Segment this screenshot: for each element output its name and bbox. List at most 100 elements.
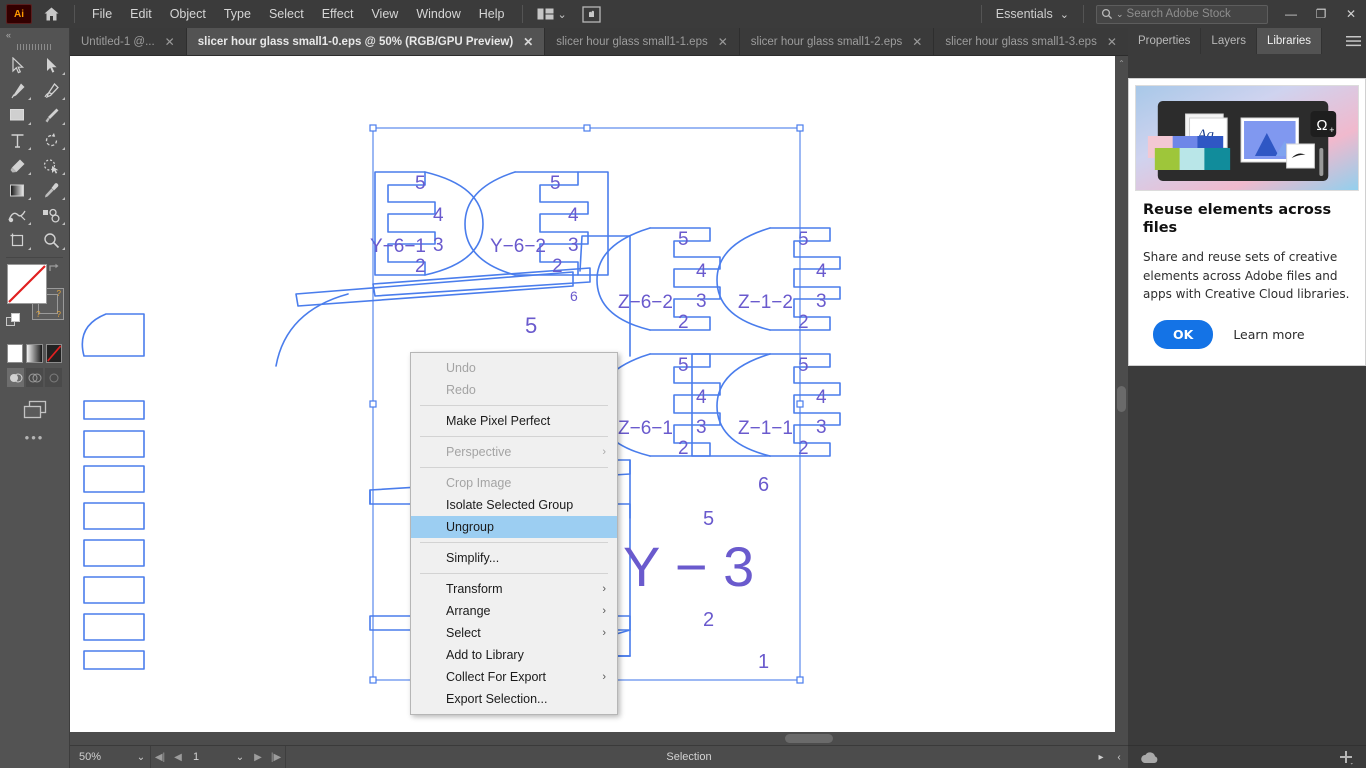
screen-mode-button[interactable]: [579, 4, 605, 24]
tab-slicer-hour-glass-small1-2[interactable]: slicer hour glass small1-2.eps ✕: [739, 28, 935, 55]
canvas-horizontal-scrollbar[interactable]: [70, 732, 1128, 745]
zoom-level-field[interactable]: 50%: [70, 746, 132, 768]
last-page-icon[interactable]: |▶: [267, 746, 285, 768]
first-page-icon[interactable]: ◀|: [151, 746, 169, 768]
search-adobe-stock[interactable]: ⌄ Search Adobe Stock: [1096, 4, 1268, 24]
canvas-vertical-scrollbar[interactable]: ⌃ ⌄: [1115, 56, 1128, 745]
restore-button[interactable]: ❐: [1306, 0, 1336, 28]
panel-menu-icon[interactable]: [1340, 28, 1366, 54]
cloud-icon[interactable]: [1140, 751, 1160, 764]
tab-slicer-hour-glass-small1-0[interactable]: slicer hour glass small1-0.eps @ 50% (RG…: [186, 28, 546, 55]
artwork-label: 6: [570, 288, 578, 304]
page-number-field[interactable]: 1: [187, 746, 231, 768]
color-fill-button[interactable]: [7, 344, 24, 363]
menu-view[interactable]: View: [362, 3, 407, 25]
draw-inside-button[interactable]: [45, 368, 62, 387]
horizontal-scroll-thumb[interactable]: [785, 734, 833, 743]
eyedropper-tool[interactable]: [35, 178, 70, 203]
tab-libraries[interactable]: Libraries: [1256, 28, 1323, 54]
curvature-tool[interactable]: [35, 78, 70, 103]
item-label: Simplify...: [446, 551, 500, 565]
paintbrush-tool[interactable]: [35, 103, 70, 128]
context-menu-item-make-pixel-perfect[interactable]: Make Pixel Perfect: [411, 410, 617, 432]
none-fill-button[interactable]: [45, 344, 62, 363]
selection-tool[interactable]: [0, 53, 35, 78]
toolbar-drag-grip[interactable]: [0, 41, 69, 53]
symbol-sprayer-tool[interactable]: [35, 203, 70, 228]
draw-normal-button[interactable]: [7, 368, 24, 387]
swap-fill-stroke-icon[interactable]: [48, 262, 61, 275]
draw-behind-button[interactable]: [26, 368, 43, 387]
tab-properties[interactable]: Properties: [1128, 28, 1202, 54]
close-button[interactable]: ✕: [1336, 0, 1366, 28]
type-tool[interactable]: [0, 128, 35, 153]
learn-more-link[interactable]: Learn more: [1233, 327, 1304, 342]
context-menu-item-transform[interactable]: Transform ›: [411, 578, 617, 600]
toolbar-collapse-button[interactable]: «: [0, 28, 69, 41]
context-menu-item-isolate-selected-group[interactable]: Isolate Selected Group: [411, 494, 617, 516]
context-menu-item-collect-for-export[interactable]: Collect For Export ›: [411, 666, 617, 688]
artwork-label: Z−1−1: [738, 418, 793, 439]
default-fill-stroke-icon[interactable]: [6, 313, 21, 328]
gradient-tool[interactable]: [0, 178, 35, 203]
close-icon[interactable]: ✕: [165, 35, 175, 49]
rotate-tool[interactable]: [35, 128, 70, 153]
close-icon[interactable]: ✕: [1107, 35, 1117, 49]
context-menu-item-undo[interactable]: Undo: [411, 357, 617, 379]
context-menu-item-add-to-library[interactable]: Add to Library: [411, 644, 617, 666]
tab-untitled-1[interactable]: Untitled-1 @... ✕: [70, 28, 187, 55]
close-icon[interactable]: ✕: [523, 35, 533, 49]
menu-select[interactable]: Select: [260, 3, 313, 25]
context-menu-item-redo[interactable]: Redo: [411, 379, 617, 401]
arrange-documents-button[interactable]: ⌄: [531, 5, 573, 24]
workspace-switcher[interactable]: Essentials ⌄: [990, 7, 1075, 21]
scroll-up-icon[interactable]: ⌃: [1115, 56, 1128, 70]
context-menu-item-arrange[interactable]: Arrange ›: [411, 600, 617, 622]
tab-slicer-hour-glass-small1-1[interactable]: slicer hour glass small1-1.eps ✕: [545, 28, 740, 55]
artboard-tool[interactable]: [0, 228, 35, 253]
context-menu-item-crop-image[interactable]: Crop Image: [411, 472, 617, 494]
prev-page-icon[interactable]: ◀: [169, 746, 187, 768]
status-expand-caret[interactable]: ‹: [1110, 746, 1128, 768]
blend-tool[interactable]: [0, 203, 35, 228]
context-menu-item-simplify[interactable]: Simplify...: [411, 547, 617, 569]
tab-slicer-hour-glass-small1-3[interactable]: slicer hour glass small1-3.eps ✕: [934, 28, 1129, 55]
close-icon[interactable]: ✕: [718, 35, 728, 49]
change-screen-mode-button[interactable]: [0, 395, 69, 425]
home-icon[interactable]: [36, 1, 66, 27]
next-page-icon[interactable]: ▶: [249, 746, 267, 768]
context-menu-item-export-selection[interactable]: Export Selection...: [411, 688, 617, 710]
vertical-scroll-thumb[interactable]: [1117, 386, 1126, 412]
menu-window[interactable]: Window: [407, 3, 469, 25]
page-number-value: 1: [193, 751, 200, 763]
menu-effect[interactable]: Effect: [313, 3, 363, 25]
ok-button[interactable]: OK: [1153, 320, 1214, 350]
illustrator-window: Ai File Edit Object Type Select Effect V…: [0, 0, 1366, 768]
rectangle-tool[interactable]: [0, 103, 35, 128]
add-icon[interactable]: [1338, 750, 1354, 765]
status-menu-caret[interactable]: ▸: [1092, 746, 1110, 768]
edit-toolbar-button[interactable]: •••: [0, 425, 69, 449]
zoom-dropdown-caret[interactable]: ⌄: [132, 746, 150, 768]
fill-swatch[interactable]: [7, 264, 47, 304]
minimize-button[interactable]: —: [1276, 0, 1306, 28]
zoom-tool[interactable]: [35, 228, 70, 253]
page-dropdown-caret[interactable]: ⌄: [231, 746, 249, 768]
menu-edit[interactable]: Edit: [121, 3, 161, 25]
tab-label: Libraries: [1266, 35, 1312, 47]
menu-help[interactable]: Help: [470, 3, 514, 25]
menu-type[interactable]: Type: [215, 3, 260, 25]
context-menu-item-ungroup[interactable]: Ungroup: [411, 516, 617, 538]
eraser-tool[interactable]: [0, 153, 35, 178]
context-menu-item-select[interactable]: Select ›: [411, 622, 617, 644]
pen-tool[interactable]: [0, 78, 35, 103]
context-menu-item-perspective[interactable]: Perspective ›: [411, 441, 617, 463]
gradient-fill-button[interactable]: [26, 344, 43, 363]
direct-selection-tool[interactable]: [35, 53, 70, 78]
menu-file[interactable]: File: [83, 3, 121, 25]
tab-layers[interactable]: Layers: [1201, 28, 1257, 54]
close-icon[interactable]: ✕: [912, 35, 922, 49]
shape-builder-tool[interactable]: [35, 153, 70, 178]
menu-object[interactable]: Object: [161, 3, 215, 25]
artwork-label: 4: [816, 261, 827, 282]
